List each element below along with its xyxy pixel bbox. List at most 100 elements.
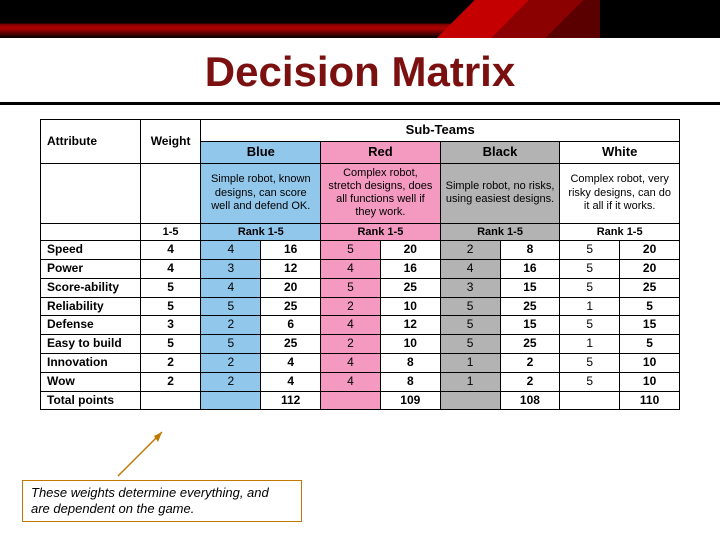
slide-banner [0,0,720,38]
score-cell: 16 [500,260,560,279]
weight-header: Weight [140,120,201,164]
weight-cell: 2 [140,354,201,373]
desc-blank-wt [140,163,201,223]
rank-cell: 3 [201,260,261,279]
header-row-1: Attribute Weight Sub-Teams [41,120,680,142]
rank-hdr-blue: Rank 1-5 [201,223,321,241]
desc-row: Simple robot, known designs, can score w… [41,163,680,223]
score-cell: 25 [500,297,560,316]
rank-cell: 1 [560,335,620,354]
rank-cell: 1 [560,297,620,316]
score-cell: 2 [500,372,560,391]
rank-cell: 4 [201,278,261,297]
team-desc-black: Simple robot, no risks, using easiest de… [440,163,560,223]
score-cell: 25 [380,278,440,297]
rank-cell: 5 [560,278,620,297]
score-cell: 5 [620,335,680,354]
rank-cell: 2 [201,354,261,373]
score-cell: 20 [620,260,680,279]
attr-cell: Speed [41,241,141,260]
rank-cell: 5 [440,316,500,335]
team-header-blue: Blue [201,141,321,163]
rank-cell: 5 [560,372,620,391]
score-cell: 20 [620,241,680,260]
rank-cell: 5 [440,297,500,316]
slide-title: Decision Matrix [0,48,720,96]
callout-line-2: are dependent on the game. [31,501,194,516]
total-rank-red [321,391,381,410]
total-score-blue: 112 [261,391,321,410]
attr-cell: Score-ability [41,278,141,297]
score-cell: 15 [500,316,560,335]
rank-cell: 5 [560,241,620,260]
rank-cell: 5 [560,316,620,335]
total-rank-white [560,391,620,410]
total-score-red: 109 [380,391,440,410]
rank-cell: 5 [201,297,261,316]
callout-text: These weights determine everything, and … [22,480,302,523]
attr-cell: Power [41,260,141,279]
score-cell: 10 [620,354,680,373]
rank-cell: 5 [560,260,620,279]
team-desc-blue: Simple robot, known designs, can score w… [201,163,321,223]
rank-blank [41,223,141,241]
rank-cell: 2 [440,241,500,260]
score-cell: 15 [500,278,560,297]
rank-cell: 2 [201,316,261,335]
weight-cell: 4 [140,260,201,279]
rank-cell: 5 [560,354,620,373]
table-row: Easy to build552521052515 [41,335,680,354]
score-cell: 12 [261,260,321,279]
team-desc-red: Complex robot, stretch designs, does all… [321,163,441,223]
score-cell: 15 [620,316,680,335]
attr-cell: Defense [41,316,141,335]
score-cell: 12 [380,316,440,335]
score-cell: 8 [380,372,440,391]
score-cell: 20 [261,278,321,297]
attr-cell: Wow [41,372,141,391]
attr-cell: Easy to build [41,335,141,354]
score-cell: 10 [380,335,440,354]
weight-cell: 5 [140,335,201,354]
team-header-white: White [560,141,680,163]
rank-hdr-black: Rank 1-5 [440,223,560,241]
score-cell: 25 [620,278,680,297]
score-cell: 16 [261,241,321,260]
table-row: Score-ability5420525315525 [41,278,680,297]
score-cell: 10 [380,297,440,316]
score-cell: 8 [500,241,560,260]
table-row: Power4312416416520 [41,260,680,279]
decision-matrix-table: Attribute Weight Sub-Teams Blue Red Blac… [40,119,680,410]
score-cell: 5 [620,297,680,316]
callout-arrow-icon [110,428,170,478]
desc-blank-attr [41,163,141,223]
total-rank-blue [201,391,261,410]
rank-cell: 2 [201,372,261,391]
team-header-red: Red [321,141,441,163]
rank-cell: 4 [321,260,381,279]
rank-cell: 3 [440,278,500,297]
score-cell: 25 [261,297,321,316]
rank-hdr-white: Rank 1-5 [560,223,680,241]
table-row: Innovation2244812510 [41,354,680,373]
weight-cell: 5 [140,278,201,297]
score-cell: 2 [500,354,560,373]
rank-cell: 5 [440,335,500,354]
total-wt-blank [140,391,201,410]
attr-cell: Innovation [41,354,141,373]
team-header-black: Black [440,141,560,163]
score-cell: 25 [500,335,560,354]
weight-cell: 3 [140,316,201,335]
total-row: Total points 112 109 108 110 [41,391,680,410]
score-cell: 25 [261,335,321,354]
rank-cell: 2 [321,297,381,316]
score-cell: 16 [380,260,440,279]
score-cell: 6 [261,316,321,335]
title-block: Decision Matrix [0,38,720,105]
callout-box: These weights determine everything, and … [22,480,302,523]
score-cell: 4 [261,372,321,391]
rank-cell: 5 [201,335,261,354]
weight-cell: 4 [140,241,201,260]
team-desc-white: Complex robot, very risky designs, can d… [560,163,680,223]
rank-cell: 5 [321,278,381,297]
